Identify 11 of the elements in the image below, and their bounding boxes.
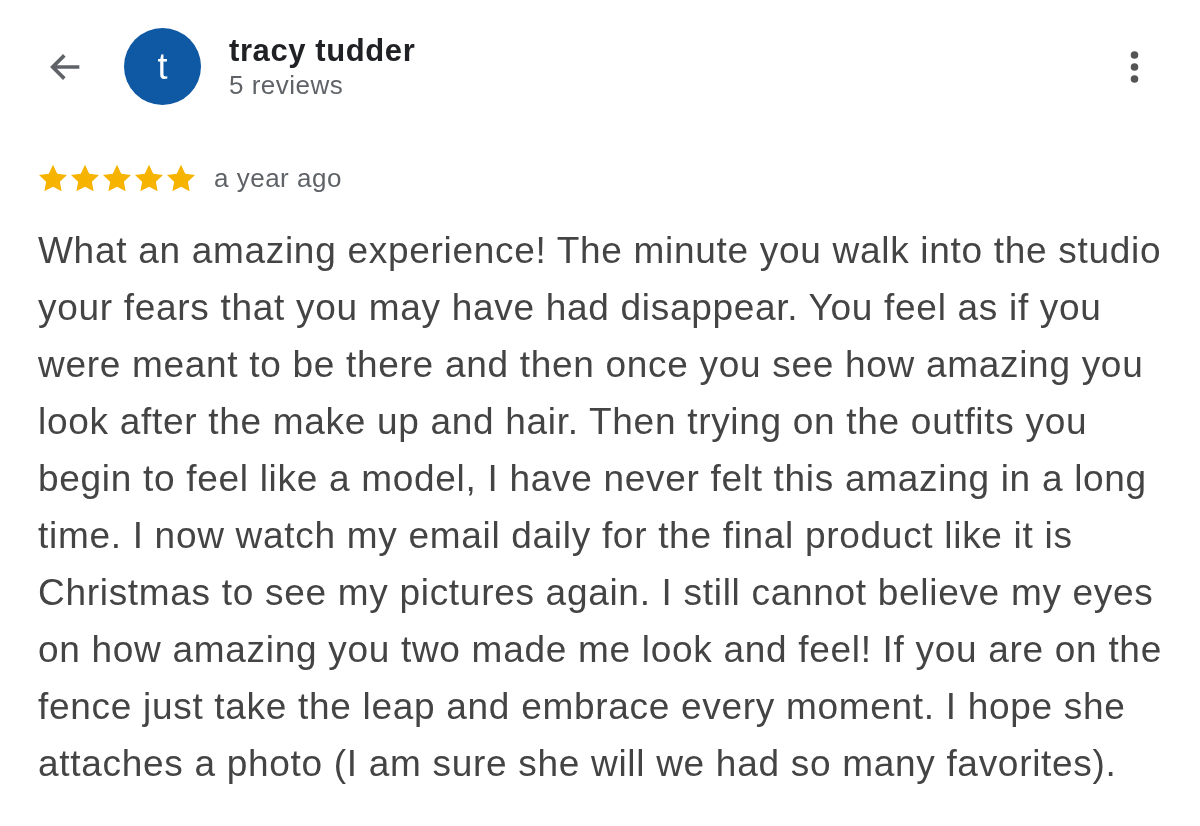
star-icon <box>134 164 164 193</box>
star-icon <box>102 164 132 193</box>
reviewer-name: tracy tudder <box>229 32 416 69</box>
more-options-icon <box>1129 50 1139 83</box>
star-icon <box>70 164 100 193</box>
review-text: What an amazing experience! The minute you walk into the studio your fears that you may have had disappear. You feel as if you were meant to be there and then once you see how amazing you look after the make up and hair. Then trying on the outfits you begin to feel like a model, I have never felt this amazing in a long time. I now watch my email daily for the final product like it is Christmas to see my pictures again. I still cannot believe my eyes on how amazing you two made me look and feel! If you are on the fence just take the leap and embrace every moment. I hope she attaches a photo (I am sure she will we had so many favorites). <box>38 229 1162 786</box>
review-time: a year ago <box>214 162 342 195</box>
star-icon <box>166 164 196 193</box>
avatar: t <box>124 28 201 105</box>
review-count: 5 reviews <box>229 68 345 101</box>
star-icon <box>38 164 68 193</box>
